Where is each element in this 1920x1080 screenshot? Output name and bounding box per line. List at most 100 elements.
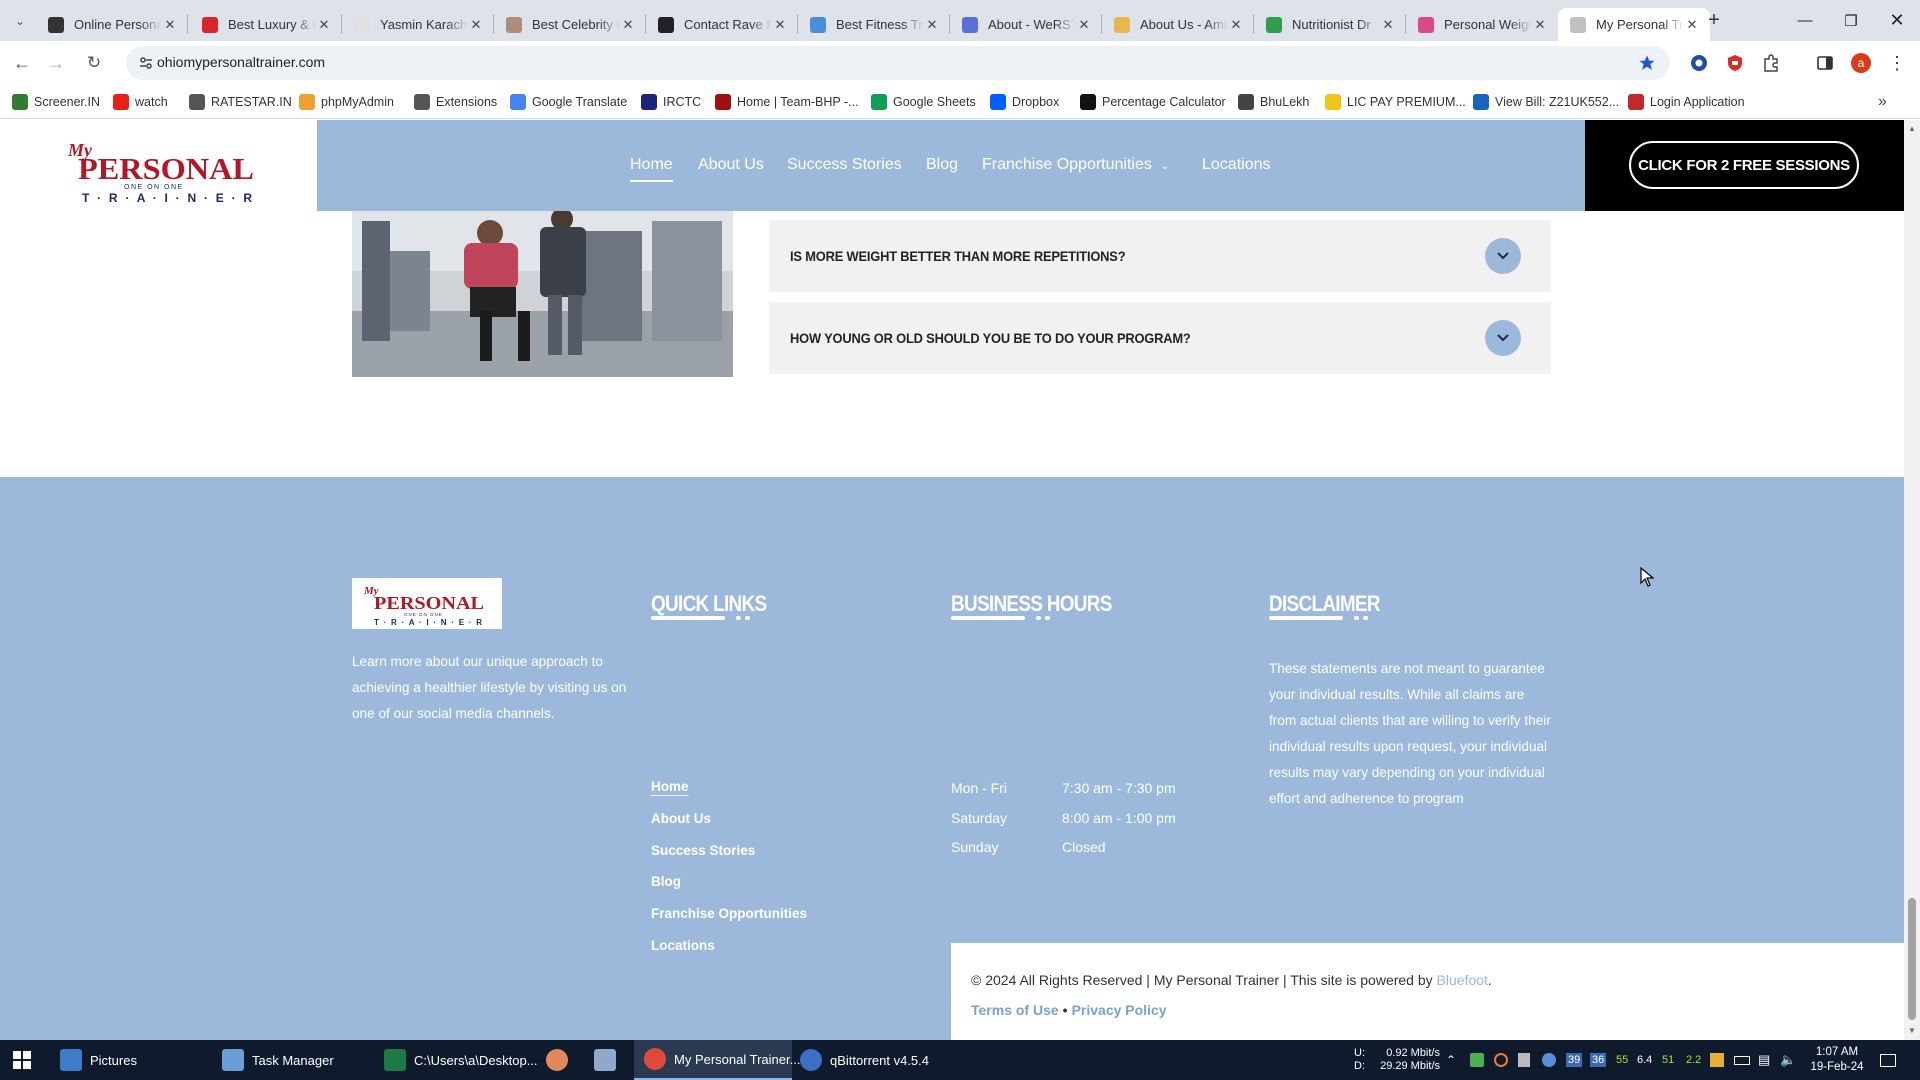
faq-item[interactable]: HOW YOUNG OR OLD SHOULD YOU BE TO DO YOU… <box>769 302 1551 374</box>
bookmark-item[interactable]: Home | Team-BHP -... <box>715 93 859 111</box>
taskbar-pictures[interactable]: Pictures <box>60 1040 220 1080</box>
tab-close-icon[interactable]: ✕ <box>1228 17 1244 33</box>
network-icon[interactable]: ▤ <box>1758 1040 1770 1080</box>
notification-center-icon[interactable] <box>1880 1040 1896 1080</box>
nav-blog[interactable]: Blog <box>926 156 958 174</box>
tab-close-icon[interactable]: ✕ <box>1532 17 1548 33</box>
bluefoot-link[interactable]: Bluefoot <box>1437 972 1488 988</box>
restore-icon[interactable]: ❐ <box>1828 0 1874 41</box>
tab-close-icon[interactable]: ✕ <box>924 17 940 33</box>
tab-close-icon[interactable]: ✕ <box>1380 17 1396 33</box>
terms-of-use-link[interactable]: Terms of Use <box>971 1002 1059 1018</box>
bookmark-item[interactable]: Google Sheets <box>871 93 976 111</box>
footer-logo[interactable]: My PERSONAL ONE ON ONE T · R · A · I · N… <box>352 578 502 629</box>
browser-tab[interactable]: Contact Rave Fitness✕ <box>646 8 798 41</box>
new-tab-button[interactable]: + <box>1702 8 1726 32</box>
bookmark-item[interactable]: phpMyAdmin <box>299 93 394 111</box>
tray-battery-icon[interactable] <box>1734 1040 1750 1080</box>
minimize-icon[interactable]: — <box>1782 0 1828 41</box>
more-bookmarks-icon[interactable]: » <box>1878 93 1887 111</box>
reload-icon[interactable]: ↻ <box>82 51 106 75</box>
back-icon[interactable]: ← <box>10 51 34 75</box>
browser-tab[interactable]: About - WeRSTK✕ <box>950 8 1102 41</box>
tray-overflow-icon[interactable]: ⌃ <box>1446 1040 1456 1080</box>
footer-link-home[interactable]: Home <box>651 779 689 794</box>
browser-tab[interactable]: Online Personal Trainer✕ <box>36 8 188 41</box>
nav-locations[interactable]: Locations <box>1202 156 1271 174</box>
bookmark-item[interactable]: Google Translate <box>510 93 627 111</box>
browser-tab[interactable]: Best Celebrity Fitness✕ <box>494 8 646 41</box>
tab-close-icon[interactable]: ✕ <box>162 17 178 33</box>
close-window-icon[interactable]: ✕ <box>1874 0 1920 41</box>
forward-icon[interactable]: → <box>44 51 68 75</box>
site-settings-icon[interactable] <box>138 55 154 71</box>
footer-link-about-us[interactable]: About Us <box>651 811 711 826</box>
bookmark-item[interactable]: LIC PAY PREMIUM... <box>1325 93 1466 111</box>
system-clock[interactable]: 1:07 AM 19-Feb-24 <box>1802 1040 1872 1080</box>
footer-link-franchise-opportunities[interactable]: Franchise Opportunities <box>651 906 807 921</box>
taskbar-qbittorrent[interactable]: qBittorrent v4.5.4 <box>800 1040 950 1080</box>
nav-home[interactable]: Home <box>630 156 673 182</box>
browser-menu-icon[interactable]: ⋮ <box>1886 52 1908 74</box>
taskbar-app-icon[interactable] <box>594 1040 618 1080</box>
site-logo[interactable]: My PERSONAL ONE ON ONE T · R · A · I · N… <box>0 120 317 211</box>
address-bar[interactable]: ohiomypersonaltrainer.com <box>126 46 1670 80</box>
bookmark-item[interactable]: Login Application <box>1628 93 1745 111</box>
nav-about-us[interactable]: About Us <box>698 156 764 174</box>
faq-expand-chevron-icon[interactable] <box>1485 320 1521 356</box>
browser-tab[interactable]: Personal Weight ✕ <box>1406 8 1558 41</box>
tray-globe-icon[interactable] <box>1542 1040 1556 1080</box>
taskbar-excel-file[interactable]: C:\Users\a\Desktop... <box>384 1040 544 1080</box>
tab-close-icon[interactable]: ✕ <box>620 17 636 33</box>
footer-link-success-stories[interactable]: Success Stories <box>651 843 755 858</box>
tab-close-icon[interactable]: ✕ <box>1076 17 1092 33</box>
browser-tab[interactable]: Best Fitness Trainer✕ <box>798 8 950 41</box>
bookmark-item[interactable]: BhuLekh <box>1238 93 1309 111</box>
bookmark-item[interactable]: View Bill: Z21UK552... <box>1473 93 1619 111</box>
footer-link-locations[interactable]: Locations <box>651 938 715 953</box>
volume-icon[interactable]: 🔈 <box>1780 1040 1796 1080</box>
scroll-up-icon[interactable]: ▲ <box>1908 124 1916 133</box>
bookmark-item[interactable]: Screener.IN <box>12 93 100 111</box>
faq-expand-chevron-icon[interactable] <box>1485 238 1521 274</box>
scrollbar-thumb[interactable] <box>1908 898 1916 1020</box>
tray-app-icon[interactable] <box>1710 1040 1724 1080</box>
scroll-down-icon[interactable]: ▼ <box>1908 1026 1916 1035</box>
taskbar-app-icon[interactable] <box>546 1040 570 1080</box>
browser-tab[interactable]: Yasmin Karachiwala✕ <box>342 8 494 41</box>
tab-close-icon[interactable]: ✕ <box>316 17 332 33</box>
tab-search-chevron-icon[interactable]: ⌄ <box>8 9 32 33</box>
bookmark-item[interactable]: Dropbox <box>990 93 1059 111</box>
tab-close-icon[interactable]: ✕ <box>1684 17 1700 33</box>
tab-close-icon[interactable]: ✕ <box>772 17 788 33</box>
url-text[interactable]: ohiomypersonaltrainer.com <box>157 54 325 70</box>
side-panel-icon[interactable] <box>1814 52 1836 74</box>
bookmark-item[interactable]: Percentage Calculator <box>1080 93 1226 111</box>
tray-shield-icon[interactable] <box>1518 1040 1530 1080</box>
footer-link-blog[interactable]: Blog <box>651 874 681 889</box>
start-button[interactable] <box>12 1040 32 1080</box>
taskbar-chrome[interactable]: My Personal Trainer... <box>634 1040 800 1080</box>
shield-extension-icon[interactable] <box>1724 52 1746 74</box>
browser-tab[interactable]: Best Luxury & Personal✕ <box>190 8 342 41</box>
taskbar-task-manager[interactable]: Task Manager <box>222 1040 382 1080</box>
nav-franchise-opportunities[interactable]: Franchise Opportunities ⌄ <box>982 156 1170 174</box>
free-sessions-button[interactable]: CLICK FOR 2 FREE SESSIONS <box>1629 141 1859 189</box>
bookmark-item[interactable]: RATESTAR.IN <box>189 93 292 111</box>
bookmark-item[interactable]: watch <box>113 93 168 111</box>
extension-icon[interactable] <box>1688 52 1710 74</box>
extensions-puzzle-icon[interactable] <box>1760 52 1782 74</box>
browser-tab[interactable]: My Personal Trainer✕ <box>1558 8 1710 41</box>
privacy-policy-link[interactable]: Privacy Policy <box>1072 1002 1167 1018</box>
page-scrollbar[interactable]: ▲ ▼ <box>1904 120 1920 1040</box>
tray-app-icon[interactable] <box>1470 1040 1484 1080</box>
tray-search-icon[interactable] <box>1494 1040 1508 1080</box>
bookmark-item[interactable]: Extensions <box>414 93 497 111</box>
tab-close-icon[interactable]: ✕ <box>468 17 484 33</box>
browser-tab[interactable]: About Us - Amit ✕ <box>1102 8 1254 41</box>
nav-success-stories[interactable]: Success Stories <box>787 156 902 174</box>
bookmark-star-icon[interactable] <box>1638 54 1656 72</box>
faq-item[interactable]: IS MORE WEIGHT BETTER THAN MORE REPETITI… <box>769 220 1551 292</box>
profile-avatar[interactable]: a <box>1850 52 1872 74</box>
browser-tab[interactable]: Nutritionist Dr ✕ <box>1254 8 1406 41</box>
